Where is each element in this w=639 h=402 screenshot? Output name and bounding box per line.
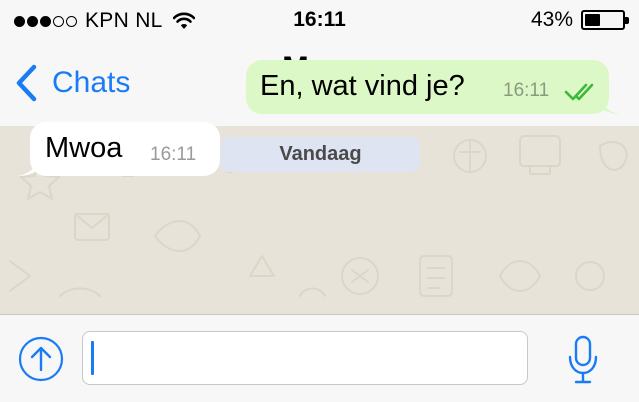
message-input-bar bbox=[0, 314, 639, 402]
message-time: 16:11 bbox=[150, 144, 197, 165]
double-check-read-icon bbox=[564, 83, 594, 101]
text-caret bbox=[91, 341, 94, 375]
upload-arrow-icon[interactable] bbox=[18, 336, 64, 382]
status-bar-right: 43% bbox=[530, 8, 629, 32]
bubble-tail bbox=[18, 154, 40, 176]
message-text: En, wat vind je? bbox=[260, 70, 465, 102]
battery-tip bbox=[625, 17, 629, 24]
date-separator: Vandaag bbox=[221, 137, 420, 172]
battery-percent: 43% bbox=[530, 8, 573, 31]
bubble-tail bbox=[598, 92, 620, 114]
status-bar: KPN NL 16:11 43% bbox=[0, 0, 639, 40]
message-input[interactable] bbox=[82, 331, 528, 385]
message-time: 16:11 bbox=[503, 80, 550, 101]
battery-level-fill bbox=[585, 14, 601, 26]
microphone-icon[interactable] bbox=[566, 335, 600, 385]
message-text: Mwoa bbox=[45, 132, 123, 164]
battery-icon bbox=[581, 10, 629, 30]
